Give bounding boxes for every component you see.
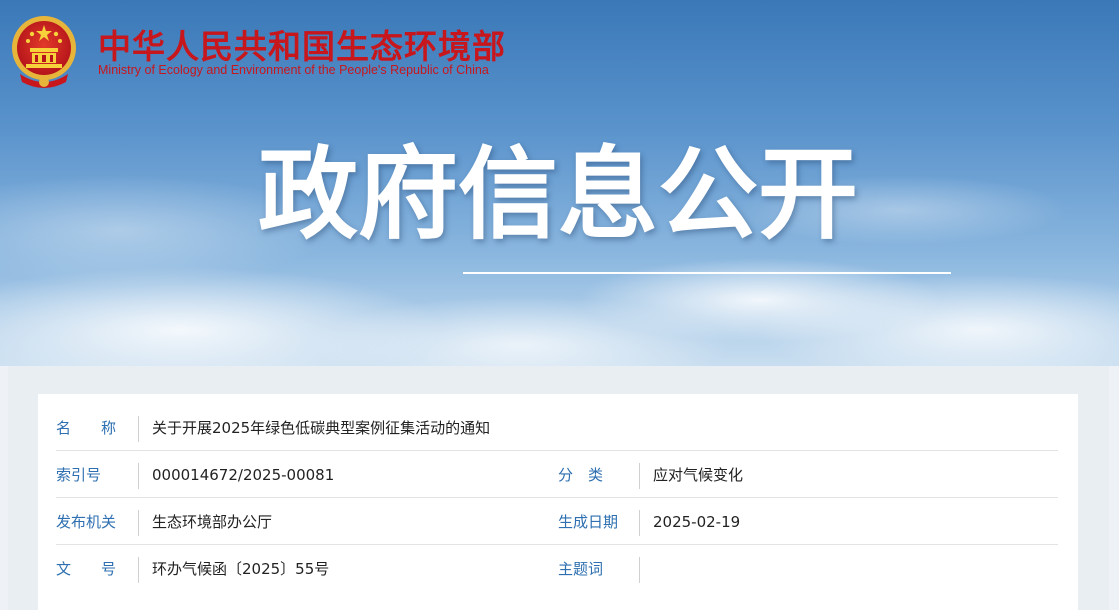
subject-label: 主题词 (558, 560, 604, 578)
document-info-card: 名 称 关于开展2025年绿色低碳典型案例征集活动的通知 索引号 0000146… (38, 394, 1078, 610)
name-value: 关于开展2025年绿色低碳典型案例征集活动的通知 (152, 419, 491, 437)
divider (138, 416, 139, 442)
divider (639, 463, 640, 489)
docno-value: 环办气候函〔2025〕55号 (152, 560, 330, 578)
name-label: 名 称 (56, 419, 117, 437)
page-title: 政府信息公开 (258, 136, 858, 253)
docno-label: 文 号 (56, 560, 117, 578)
ministry-name-cn[interactable]: 中华人民共和国生态环境部 (98, 20, 506, 68)
category-value: 应对气候变化 (653, 466, 744, 484)
header-banner: 中华人民共和国生态环境部 Ministry of Ecology and Env… (0, 0, 1119, 366)
date-value: 2025-02-19 (653, 513, 741, 531)
divider (639, 557, 640, 583)
national-emblem-icon (12, 16, 76, 88)
divider (138, 510, 139, 536)
title-underline (463, 272, 951, 274)
info-row-name: 名 称 关于开展2025年绿色低碳典型案例征集活动的通知 (56, 404, 1058, 451)
info-row-docno: 文 号 环办气候函〔2025〕55号 主题词 (56, 545, 1058, 592)
publisher-label: 发布机关 (56, 513, 117, 531)
divider (138, 557, 139, 583)
index-label: 索引号 (56, 466, 102, 484)
date-label: 生成日期 (558, 513, 619, 531)
divider (138, 463, 139, 489)
info-row-publisher: 发布机关 生态环境部办公厅 生成日期 2025-02-19 (56, 498, 1058, 545)
publisher-value: 生态环境部办公厅 (152, 513, 273, 531)
category-label: 分 类 (558, 466, 604, 484)
info-row-index: 索引号 000014672/2025-00081 分 类 应对气候变化 (56, 451, 1058, 498)
ministry-name-en[interactable]: Ministry of Ecology and Environment of t… (98, 63, 489, 77)
divider (639, 510, 640, 536)
index-value: 000014672/2025-00081 (152, 466, 335, 484)
